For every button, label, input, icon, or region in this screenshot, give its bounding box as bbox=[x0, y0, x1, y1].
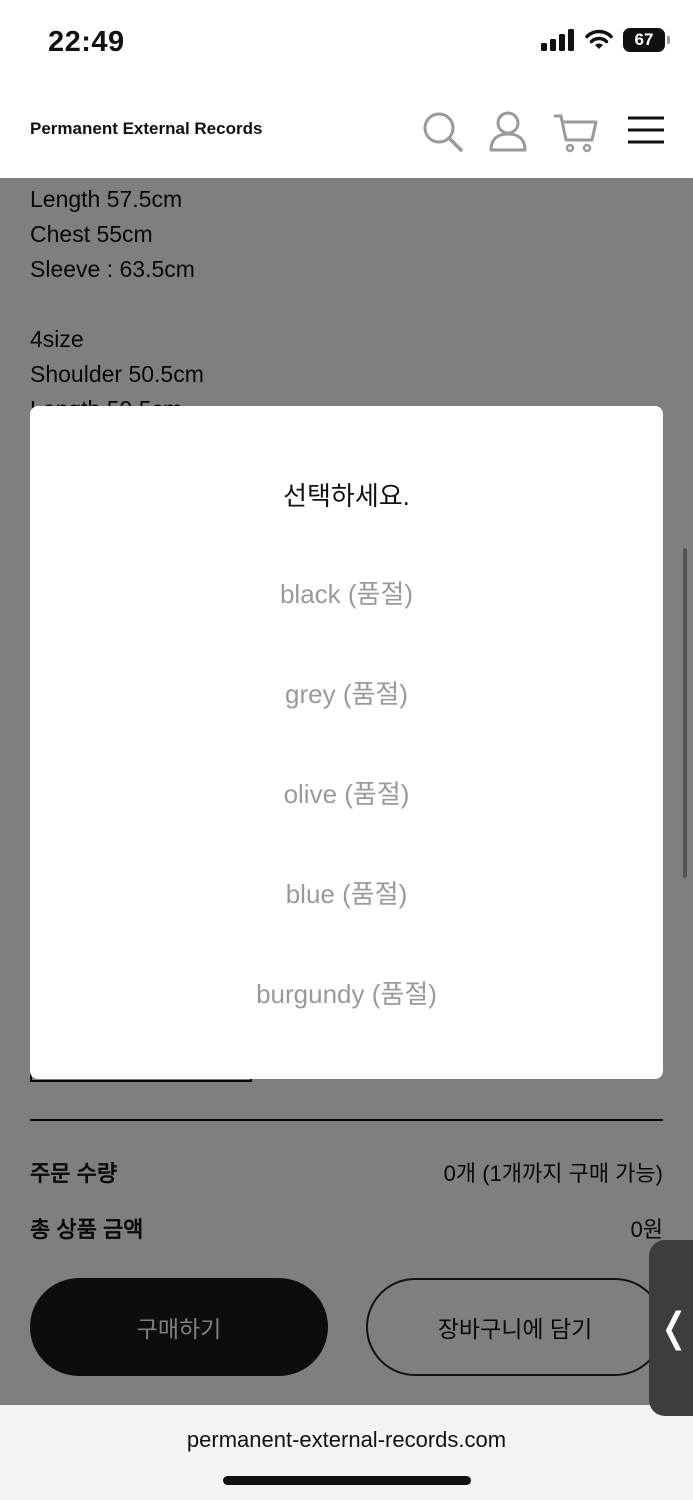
battery-level: 67 bbox=[634, 30, 654, 49]
home-indicator[interactable] bbox=[223, 1476, 471, 1485]
option-black[interactable]: black (품절) bbox=[30, 574, 663, 611]
option-select-modal: 선택하세요. black (품절) grey (품절) olive (품절) b… bbox=[30, 406, 663, 1079]
signal-icon bbox=[541, 29, 574, 51]
browser-url-bar[interactable]: permanent-external-records.com bbox=[0, 1405, 693, 1500]
status-time: 22:49 bbox=[48, 26, 125, 58]
battery-icon: 67 bbox=[623, 28, 670, 52]
wifi-icon bbox=[585, 29, 613, 49]
account-icon[interactable] bbox=[482, 106, 534, 158]
menu-icon[interactable] bbox=[620, 106, 672, 158]
cart-icon[interactable] bbox=[550, 106, 602, 158]
status-bar: 22:49 67 bbox=[0, 0, 693, 86]
search-icon[interactable] bbox=[416, 106, 468, 158]
url-text[interactable]: permanent-external-records.com bbox=[0, 1427, 693, 1453]
site-header: Permanent External Records bbox=[0, 86, 693, 178]
side-panel-handle[interactable]: ❬ bbox=[649, 1240, 693, 1416]
brand-logo[interactable]: Permanent External Records bbox=[30, 119, 262, 139]
option-burgundy[interactable]: burgundy (품절) bbox=[30, 974, 663, 1011]
option-grey[interactable]: grey (품절) bbox=[30, 674, 663, 711]
chevron-left-icon: ❬ bbox=[657, 1306, 691, 1350]
modal-title: 선택하세요. bbox=[283, 481, 410, 511]
option-olive[interactable]: olive (품절) bbox=[30, 774, 663, 811]
option-blue[interactable]: blue (품절) bbox=[30, 874, 663, 911]
status-icons: 67 bbox=[541, 28, 670, 52]
page-scrollbar[interactable] bbox=[683, 548, 687, 878]
